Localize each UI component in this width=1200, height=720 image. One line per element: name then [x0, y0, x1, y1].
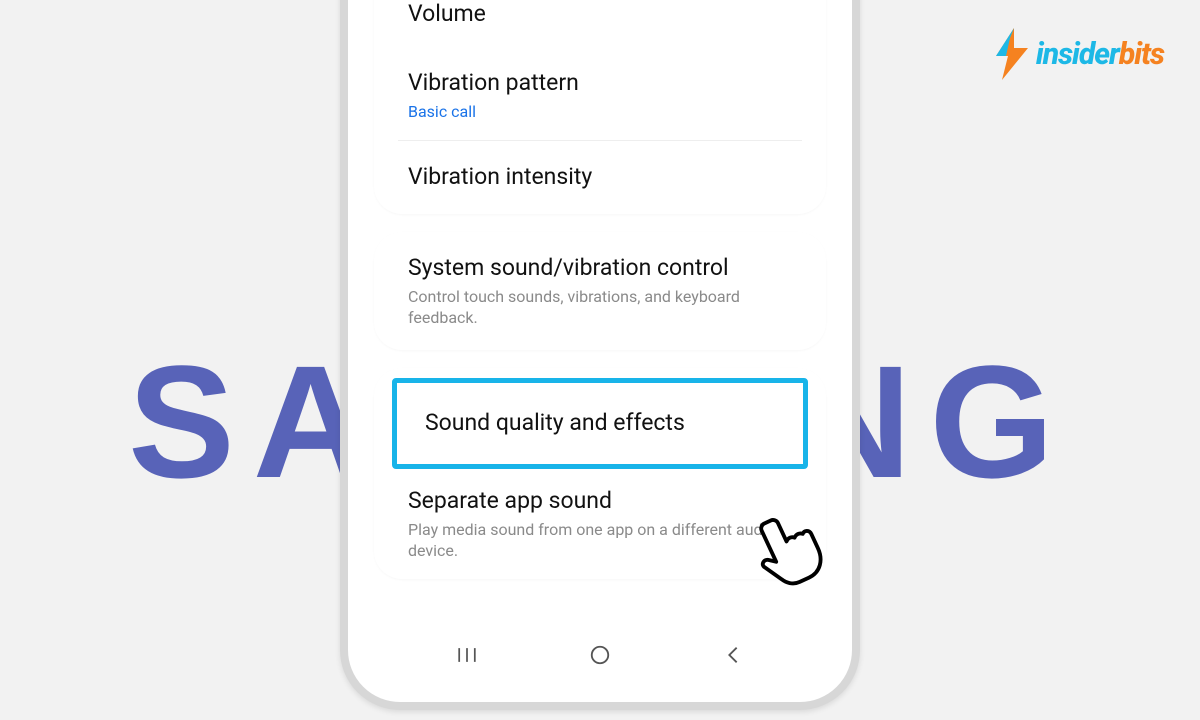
item-vibration-pattern[interactable]: Vibration pattern Basic call	[374, 51, 826, 141]
item-subtitle: Basic call	[408, 102, 796, 123]
item-title: Separate app sound	[408, 487, 796, 516]
item-volume[interactable]: Volume	[374, 0, 826, 51]
android-navbar	[360, 620, 840, 690]
item-sound-quality-highlighted[interactable]: Sound quality and effects	[392, 378, 808, 469]
item-title: Vibration pattern	[408, 69, 796, 98]
watermark-text-a: insider	[1036, 37, 1119, 72]
settings-group-2: System sound/vibration control Control t…	[374, 232, 826, 350]
phone-frame: Volume Vibration pattern Basic call Vibr…	[340, 0, 860, 710]
item-title: Sound quality and effects	[425, 409, 775, 438]
nav-home-icon[interactable]	[578, 643, 622, 667]
settings-group-1: Volume Vibration pattern Basic call Vibr…	[374, 0, 826, 214]
nav-back-icon[interactable]	[711, 643, 755, 667]
item-vibration-intensity[interactable]: Vibration intensity	[374, 141, 826, 214]
item-title: System sound/vibration control	[408, 254, 796, 283]
item-title: Vibration intensity	[408, 163, 796, 192]
watermark-logo: insiderbits	[992, 28, 1164, 80]
nav-recents-icon[interactable]	[445, 643, 489, 667]
item-system-sound[interactable]: System sound/vibration control Control t…	[374, 232, 826, 350]
item-title: Volume	[408, 0, 796, 29]
watermark-text-b: bits	[1119, 37, 1164, 72]
watermark-text: insiderbits	[1036, 37, 1164, 72]
item-subtitle: Control touch sounds, vibrations, and ke…	[408, 287, 796, 329]
bolt-icon	[992, 28, 1032, 80]
